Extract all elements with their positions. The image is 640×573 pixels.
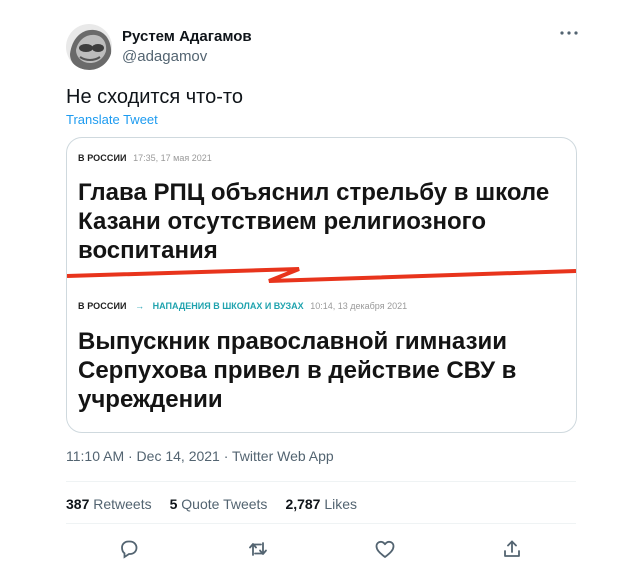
quote-tweets-stat[interactable]: 5 Quote Tweets <box>170 496 268 512</box>
tweet-text: Не сходится что-то <box>66 86 243 108</box>
card-top-section: В РОССИИ <box>78 153 127 163</box>
quotes-count: 5 <box>169 496 178 512</box>
retweets-label: Retweets <box>93 496 152 512</box>
card-bottom-headline-line: Серпухова привел в действие СВУ в <box>78 357 517 384</box>
card-bottom-headline-line: учреждении <box>78 386 223 413</box>
quotes-label: Quote Tweets <box>181 496 268 512</box>
author-handle[interactable]: @adagamov <box>122 48 207 65</box>
retweets-count: 387 <box>66 496 90 512</box>
media-card[interactable]: В РОССИИ 17:35, 17 мая 2021 Глава РПЦ об… <box>66 137 577 433</box>
card-bottom-category: НАПАДЕНИЯ В ШКОЛАХ И ВУЗАХ <box>152 301 304 311</box>
retweet-icon[interactable] <box>246 537 270 561</box>
tweet: Рустем Адагамов @adagamov Не сходится чт… <box>0 0 640 573</box>
card-top-headline-line: Глава РПЦ объяснил стрельбу в школе <box>78 179 550 206</box>
red-divider-line <box>67 267 576 283</box>
avatar[interactable] <box>66 24 112 70</box>
author-name[interactable]: Рустем Адагамов <box>122 28 252 45</box>
card-top-headline-line: Казани отсутствием религиозного <box>78 208 486 235</box>
more-options-icon[interactable] <box>558 22 580 44</box>
card-bottom-headline: Выпускник православной гимназии Серпухов… <box>78 327 568 414</box>
card-bottom-headline-line: Выпускник православной гимназии <box>78 328 507 355</box>
likes-label: Likes <box>324 496 358 512</box>
card-top-meta: В РОССИИ 17:35, 17 мая 2021 <box>78 153 212 163</box>
tweet-timestamp[interactable]: 11:10 AM · Dec 14, 2021 · Twitter Web Ap… <box>66 448 334 464</box>
tweet-actions <box>66 533 576 565</box>
avatar-photo <box>66 24 112 70</box>
card-top-time: 17:35, 17 мая 2021 <box>133 153 212 163</box>
divider <box>66 481 576 482</box>
card-top-headline: Глава РПЦ объяснил стрельбу в школе Каза… <box>78 178 568 265</box>
retweets-stat[interactable]: 387 Retweets <box>66 496 152 512</box>
likes-stat[interactable]: 2,787 Likes <box>285 496 357 512</box>
card-bottom-time: 10:14, 13 декабря 2021 <box>310 301 408 311</box>
card-bottom-section: В РОССИИ <box>78 301 127 311</box>
arrow-right-icon: → <box>135 301 145 311</box>
like-icon[interactable] <box>373 537 397 561</box>
reply-icon[interactable] <box>117 537 141 561</box>
share-icon[interactable] <box>500 537 524 561</box>
translate-tweet-link[interactable]: Translate Tweet <box>66 112 158 127</box>
divider <box>66 523 576 524</box>
likes-count: 2,787 <box>285 496 321 512</box>
tweet-stats: 387 Retweets 5 Quote Tweets 2,787 Likes <box>66 496 357 512</box>
card-top-headline-line: воспитания <box>78 237 218 264</box>
card-bottom-meta: В РОССИИ → НАПАДЕНИЯ В ШКОЛАХ И ВУЗАХ 10… <box>78 301 407 311</box>
